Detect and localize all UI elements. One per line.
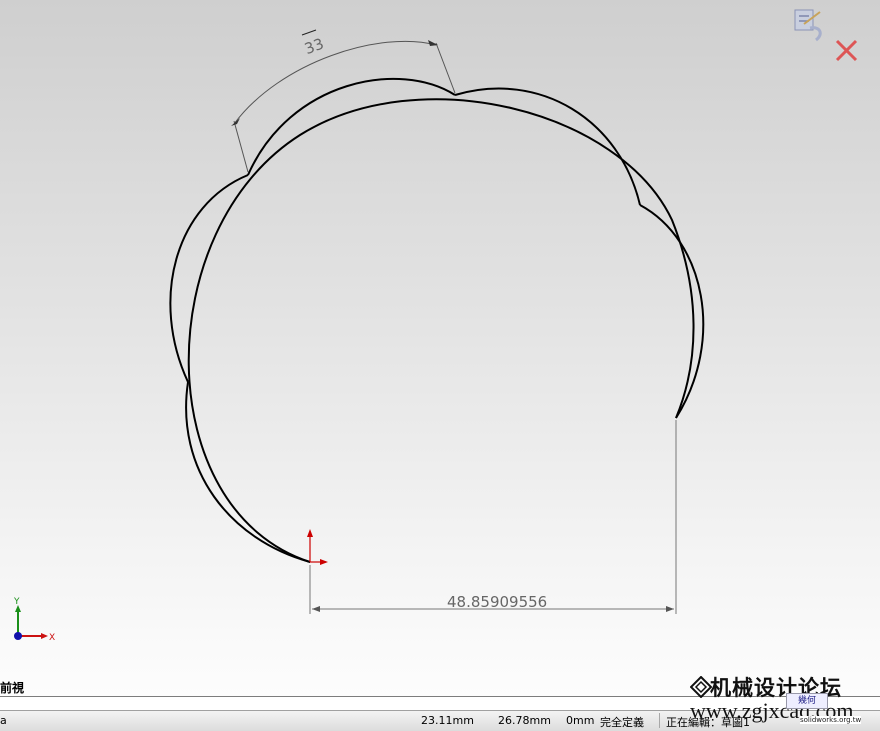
sketch-arc-top[interactable] [247, 77, 456, 176]
linear-dimension[interactable]: 48.85909556 [309, 420, 677, 614]
view-name-label: 前視 [0, 681, 25, 695]
linear-dimension-value[interactable]: 48.85909556 [447, 593, 547, 611]
angle-overbar [301, 29, 317, 36]
triad-y-label: Y [13, 597, 20, 607]
origin-arrow-icon [307, 529, 328, 565]
triad-x-label: X [49, 633, 55, 643]
view-triad-icon[interactable]: Y X [13, 597, 55, 643]
status-definition-state: 完全定義 [600, 716, 644, 729]
status-x-coordinate: 23.11mm [421, 714, 474, 727]
status-left-fragment: a [0, 714, 7, 727]
sketch-canvas[interactable]: 33 48.85909556 Y X [0, 0, 880, 696]
sketch-arc-left[interactable] [169, 174, 249, 383]
angle-dimension-value[interactable]: 33 [302, 35, 326, 58]
status-z-coordinate: 0mm [566, 714, 595, 727]
sketch-arc-main[interactable] [187, 98, 695, 563]
watermark-small-url: solidworks.org.tw [800, 716, 862, 724]
sketch-arc-bottom-left[interactable] [185, 381, 311, 563]
confirmation-corner [790, 4, 870, 66]
cancel-x-icon[interactable] [835, 39, 858, 62]
status-y-coordinate: 26.78mm [498, 714, 551, 727]
angular-dimension[interactable]: 33 [231, 29, 456, 173]
watermark-badge: 幾何 [786, 693, 828, 709]
sketch-exit-icon[interactable] [794, 9, 822, 42]
graphics-area[interactable]: 33 48.85909556 Y X [0, 0, 880, 696]
sketch-arc-right[interactable] [454, 87, 641, 206]
diamond-logo-icon [690, 676, 712, 698]
watermark: 机械设计论坛 www.zgjxcad.com 幾何 solidworks.org… [690, 672, 880, 730]
